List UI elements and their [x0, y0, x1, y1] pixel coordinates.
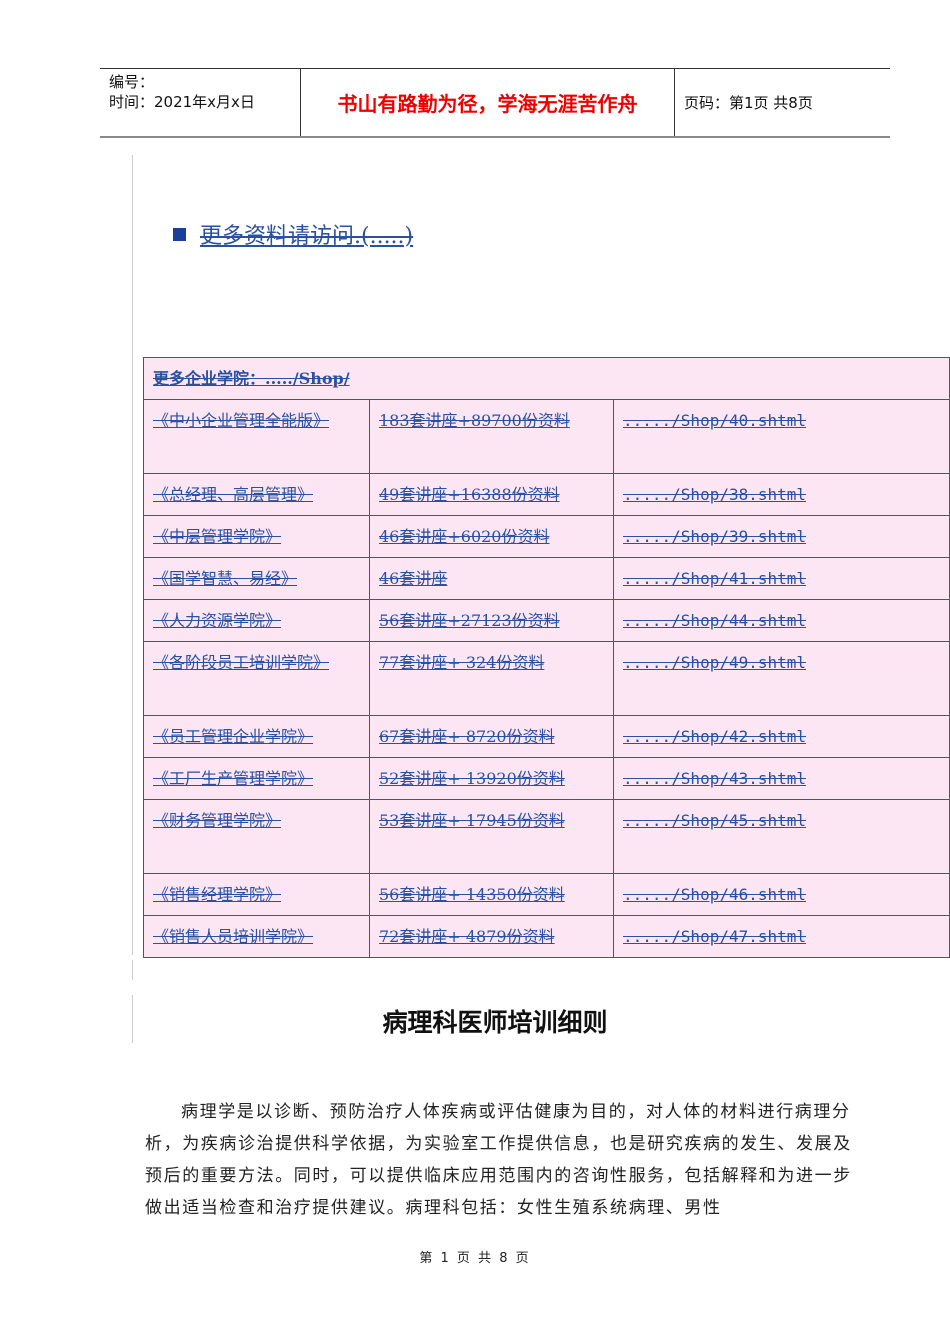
table-cell: 《国学智慧、易经》 — [143, 557, 370, 600]
table-cell: ...../Shop/46.shtml — [613, 873, 950, 916]
table-cell: 《工厂生产管理学院》 — [143, 757, 370, 800]
table-cell: 49套讲座+16388份资料 — [369, 473, 614, 516]
table-row: 《中小企业管理全能版》 183套讲座+89700份资料 ...../Shop/40.… — [143, 399, 950, 474]
table-row: 《销售经理学院》 56套讲座+ 14350份资料 ...../Shop/46.sht… — [143, 873, 950, 916]
course-desc-link[interactable]: 67套讲座+ 8720份资料 — [379, 727, 555, 746]
course-url-link[interactable]: ...../Shop/41.shtml — [623, 569, 806, 588]
course-url-link[interactable]: ...../Shop/40.shtml — [623, 411, 806, 430]
page-header: 编号： 时间：2021年x月x日 书山有路勤为径，学海无涯苦作舟 页码：第1页 … — [100, 68, 890, 138]
course-desc-link[interactable]: 77套讲座+ 324份资料 — [379, 653, 544, 672]
course-url-link[interactable]: ...../Shop/39.shtml — [623, 527, 806, 546]
table-row: 《国学智慧、易经》 46套讲座 ...../Shop/41.shtml — [143, 557, 950, 600]
course-desc-link[interactable]: 49套讲座+16388份资料 — [379, 485, 560, 504]
table-cell: ...../Shop/41.shtml — [613, 557, 950, 600]
course-desc-link[interactable]: 72套讲座+ 4879份资料 — [379, 927, 555, 946]
course-url-link[interactable]: ...../Shop/45.shtml — [623, 811, 806, 830]
course-desc-link[interactable]: 52套讲座+ 13920份资料 — [379, 769, 565, 788]
table-cell: 56套讲座+27123份资料 — [369, 599, 614, 642]
table-cell: ...../Shop/45.shtml — [613, 799, 950, 874]
course-name-link[interactable]: 《总经理、高层管理》 — [153, 485, 313, 504]
course-name-link[interactable]: 《国学智慧、易经》 — [153, 569, 297, 588]
margin-line — [132, 960, 133, 980]
course-name-link[interactable]: 《销售经理学院》 — [153, 885, 281, 904]
table-cell: ...../Shop/49.shtml — [613, 641, 950, 716]
table-cell: ...../Shop/38.shtml — [613, 473, 950, 516]
header-page-info: 页码：第1页 共8页 — [684, 94, 813, 112]
time-label: 时间：2021年x月x日 — [109, 93, 255, 111]
course-url-link[interactable]: ...../Shop/46.shtml — [623, 885, 806, 904]
table-cell: 72套讲座+ 4879份资料 — [369, 915, 614, 958]
course-name-link[interactable]: 《中层管理学院》 — [153, 527, 281, 546]
table-header-cell: 更多企业学院：...../Shop/ — [143, 357, 950, 400]
course-url-link[interactable]: ...../Shop/49.shtml — [623, 653, 806, 672]
document-title: 病理科医师培训细则 — [382, 1008, 608, 1037]
table-row: 《总经理、高层管理》 49套讲座+16388份资料 ...../Shop/38.sh… — [143, 473, 950, 516]
page-footer: 第 1 页 共 8 页 — [419, 1251, 531, 1266]
table-cell: ...../Shop/42.shtml — [613, 715, 950, 758]
more-resources-link[interactable]: 更多资料请访问.(.....) — [200, 218, 413, 250]
course-name-link[interactable]: 《人力资源学院》 — [153, 611, 281, 630]
table-header-row: 更多企业学院：...../Shop/ — [143, 357, 950, 400]
table-cell: 67套讲座+ 8720份资料 — [369, 715, 614, 758]
course-name-link[interactable]: 《中小企业管理全能版》 — [153, 411, 329, 430]
table-cell: ...../Shop/43.shtml — [613, 757, 950, 800]
table-cell: 183套讲座+89700份资料 — [369, 399, 614, 474]
course-name-link[interactable]: 《工厂生产管理学院》 — [153, 769, 313, 788]
table-row: 《销售人员培训学院》 72套讲座+ 4879份资料 ...../Shop/47.sh… — [143, 915, 950, 958]
table-row: 《人力资源学院》 56套讲座+27123份资料 ...../Shop/44.shtm… — [143, 599, 950, 642]
course-name-link[interactable]: 《财务管理学院》 — [153, 811, 281, 830]
table-cell: 《销售人员培训学院》 — [143, 915, 370, 958]
header-meta: 编号： 时间：2021年x月x日 — [100, 69, 301, 136]
resources-table: 更多企业学院：...../Shop/ 《中小企业管理全能版》 183套讲座+897… — [143, 357, 950, 958]
course-desc-link[interactable]: 46套讲座+6020份资料 — [379, 527, 550, 546]
table-cell: 《人力资源学院》 — [143, 599, 370, 642]
more-resources: 更多资料请访问.(.....) — [173, 218, 413, 250]
number-label: 编号： — [109, 73, 155, 91]
body-paragraph: 病理学是以诊断、预防治疗人体疾病或评估健康为目的，对人体的材料进行病理分析，为疾… — [145, 1102, 852, 1218]
table-cell: 《销售经理学院》 — [143, 873, 370, 916]
table-row: 《员工管理企业学院》 67套讲座+ 8720份资料 ...../Shop/42.sh… — [143, 715, 950, 758]
course-url-link[interactable]: ...../Shop/43.shtml — [623, 769, 806, 788]
table-cell: 77套讲座+ 324份资料 — [369, 641, 614, 716]
table-cell: 52套讲座+ 13920份资料 — [369, 757, 614, 800]
course-desc-link[interactable]: 46套讲座 — [379, 569, 447, 588]
table-row: 《工厂生产管理学院》 52套讲座+ 13920份资料 ...../Shop/43.s… — [143, 757, 950, 800]
course-url-link[interactable]: ...../Shop/44.shtml — [623, 611, 806, 630]
table-cell: ...../Shop/47.shtml — [613, 915, 950, 958]
table-cell: 《财务管理学院》 — [143, 799, 370, 874]
table-cell: 46套讲座 — [369, 557, 614, 600]
table-cell: 《中小企业管理全能版》 — [143, 399, 370, 474]
course-name-link[interactable]: 《销售人员培训学院》 — [153, 927, 313, 946]
shop-link[interactable]: 更多企业学院：...../Shop/ — [153, 369, 350, 388]
course-desc-link[interactable]: 56套讲座+ 14350份资料 — [379, 885, 565, 904]
course-url-link[interactable]: ...../Shop/47.shtml — [623, 927, 806, 946]
table-cell: ...../Shop/40.shtml — [613, 399, 950, 474]
course-name-link[interactable]: 《员工管理企业学院》 — [153, 727, 313, 746]
header-motto: 书山有路勤为径，学海无涯苦作舟 — [301, 69, 675, 136]
course-desc-link[interactable]: 53套讲座+ 17945份资料 — [379, 811, 565, 830]
table-cell: 56套讲座+ 14350份资料 — [369, 873, 614, 916]
document-page: 编号： 时间：2021年x月x日 书山有路勤为径，学海无涯苦作舟 页码：第1页 … — [0, 0, 950, 1344]
course-url-link[interactable]: ...../Shop/38.shtml — [623, 485, 806, 504]
course-desc-link[interactable]: 56套讲座+27123份资料 — [379, 611, 560, 630]
course-name-link[interactable]: 《各阶段员工培训学院》 — [153, 653, 329, 672]
table-cell: 46套讲座+6020份资料 — [369, 515, 614, 558]
course-desc-link[interactable]: 183套讲座+89700份资料 — [379, 411, 570, 430]
table-cell: 《员工管理企业学院》 — [143, 715, 370, 758]
margin-line — [132, 155, 133, 955]
table-cell: 53套讲座+ 17945份资料 — [369, 799, 614, 874]
square-bullet-icon — [173, 227, 186, 241]
table-cell: 《各阶段员工培训学院》 — [143, 641, 370, 716]
table-row: 《财务管理学院》 53套讲座+ 17945份资料 ...../Shop/45.sht… — [143, 799, 950, 874]
table-row: 《中层管理学院》 46套讲座+6020份资料 ...../Shop/39.shtml — [143, 515, 950, 558]
course-url-link[interactable]: ...../Shop/42.shtml — [623, 727, 806, 746]
table-cell: ...../Shop/39.shtml — [613, 515, 950, 558]
table-cell: ...../Shop/44.shtml — [613, 599, 950, 642]
table-cell: 《总经理、高层管理》 — [143, 473, 370, 516]
table-cell: 《中层管理学院》 — [143, 515, 370, 558]
table-row: 《各阶段员工培训学院》 77套讲座+ 324份资料 ...../Shop/49.sh… — [143, 641, 950, 716]
